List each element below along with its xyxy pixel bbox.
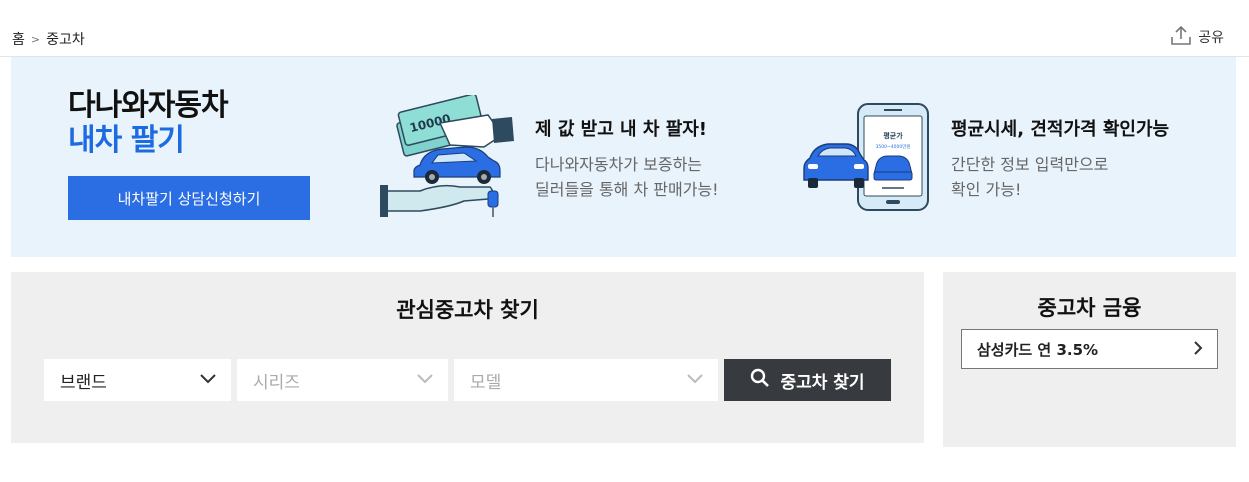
model-select-label: 모델 [470, 372, 502, 393]
chevron-down-icon [686, 370, 704, 390]
feature1-title: 제 값 받고 내 차 팔자! [535, 119, 708, 140]
brand-select-label: 브랜드 [60, 372, 107, 393]
find-used-car-label: 중고차 찾기 [780, 372, 865, 393]
search-panel-title: 관심중고차 찾기 [396, 298, 539, 322]
feature1-description: 다나와자동차가 보증하는 딜러들을 통해 차 판매가능! [535, 152, 719, 202]
hand-money-car-illustration: 10000 [380, 93, 525, 224]
find-used-car-button[interactable]: 중고차 찾기 [724, 359, 891, 401]
breadcrumb-current[interactable]: 중고차 [46, 29, 85, 49]
phone-price-text: 3500~4000만원 [876, 143, 911, 150]
share-button[interactable]: 공유 [1170, 24, 1224, 50]
banner-brand-title: 다나와자동차 [68, 88, 229, 123]
finance-item-samsung-card[interactable]: 삼성카드 연 3.5% [961, 329, 1218, 369]
breadcrumb-home[interactable]: 홈 [12, 29, 25, 49]
breadcrumb: 홈 > 중고차 [12, 29, 85, 49]
finance-item-label: 삼성카드 연 3.5% [977, 340, 1099, 359]
chevron-down-icon [199, 370, 217, 390]
used-car-search-panel: 관심중고차 찾기 브랜드 시리즈 모델 중고차 찾기 [11, 272, 924, 443]
finance-panel-title: 중고차 금융 [1037, 296, 1142, 320]
feature1-desc-line2: 딜러들을 통해 차 판매가능! [535, 180, 719, 199]
top-bar: 홈 > 중고차 공유 [0, 0, 1249, 57]
series-select-label: 시리즈 [253, 372, 300, 393]
chevron-down-icon [416, 370, 434, 390]
series-select[interactable]: 시리즈 [237, 359, 448, 401]
feature2-desc-line1: 간단한 정보 입력만으로 [951, 155, 1109, 174]
feature1-desc-line1: 다나와자동차가 보증하는 [535, 155, 703, 174]
share-upload-icon [1170, 24, 1192, 50]
phone-label-text: 평균가 [883, 131, 903, 140]
feature2-title: 평균시세, 견적가격 확인가능 [951, 119, 1170, 140]
feature2-desc-line2: 확인 가능! [951, 180, 1022, 199]
banner-brand-subtitle: 내차 팔기 [68, 123, 185, 158]
breadcrumb-separator: > [30, 32, 41, 46]
feature2-description: 간단한 정보 입력만으로 확인 가능! [951, 152, 1108, 202]
consult-request-button[interactable]: 내차팔기 상담신청하기 [68, 176, 310, 220]
brand-select[interactable]: 브랜드 [44, 359, 231, 401]
model-select[interactable]: 모델 [454, 359, 718, 401]
share-label: 공유 [1198, 30, 1224, 46]
sell-car-banner: 다나와자동차 내차 팔기 내차팔기 상담신청하기 10000 제 값 받고 내 … [11, 57, 1236, 257]
search-icon [750, 368, 770, 393]
chevron-right-icon [1193, 340, 1203, 359]
phone-price-illustration: 평균가 3500~4000만원 [794, 102, 944, 218]
used-car-finance-panel: 중고차 금융 삼성카드 연 3.5% [943, 272, 1236, 447]
